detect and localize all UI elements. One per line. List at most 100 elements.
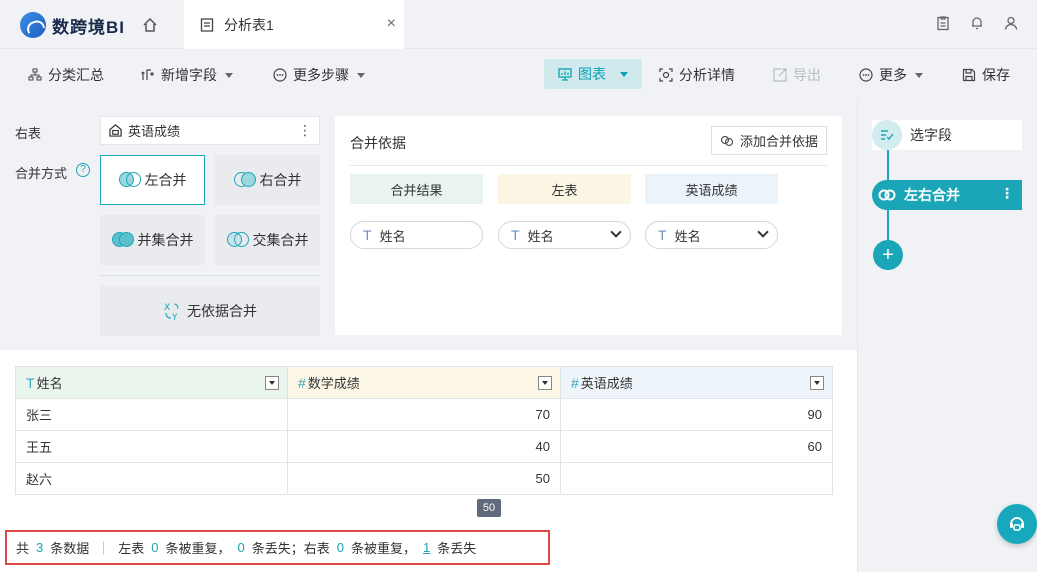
more-steps-button[interactable]: 更多步骤	[273, 62, 365, 88]
left-join-icon	[118, 171, 141, 189]
column-header-math[interactable]: # 数学成绩	[287, 366, 561, 399]
home-icon[interactable]	[139, 14, 161, 36]
right-field-label: 姓名	[674, 228, 701, 244]
save-label: 保存	[982, 67, 1010, 83]
document-icon	[200, 17, 214, 32]
right-merge-label: 右合并	[259, 172, 302, 188]
table-cell[interactable]: 60	[560, 430, 833, 463]
export-button[interactable]: 导出	[773, 62, 821, 88]
chat-support-button[interactable]	[997, 504, 1037, 544]
table-cell[interactable]	[560, 462, 833, 495]
left-lost-count: 0	[237, 540, 245, 555]
tab-analysis-1[interactable]: 分析表1 ×	[184, 0, 404, 49]
right-join-icon	[233, 171, 256, 189]
intersect-merge-button[interactable]: 交集合并	[215, 215, 320, 265]
bell-icon[interactable]	[969, 15, 985, 31]
chevron-down-icon	[357, 72, 365, 78]
union-merge-button[interactable]: 并集合并	[100, 215, 205, 265]
text-type-icon: T	[658, 227, 667, 243]
right-dup-count: 0	[336, 540, 345, 555]
help-icon[interactable]: ?	[76, 163, 90, 177]
step-flow-panel: 选字段 左右合并 ⋮ +	[857, 100, 1037, 572]
left-field-label: 姓名	[527, 228, 554, 244]
group-summary-label: 分类汇总	[48, 67, 104, 83]
table-cell[interactable]: 张三	[15, 398, 288, 431]
table-cell[interactable]: 70	[287, 398, 561, 431]
chart-label: 图表	[578, 66, 606, 82]
left-field-select[interactable]: T 姓名	[498, 221, 631, 249]
left-merge-label: 左合并	[144, 172, 187, 188]
user-icon[interactable]	[1003, 15, 1019, 31]
column-header-name[interactable]: T 姓名	[15, 366, 288, 399]
save-icon	[962, 68, 976, 82]
chevron-down-icon	[620, 71, 628, 77]
xy-swap-icon: XY	[164, 303, 179, 321]
add-field-label: 新增字段	[161, 67, 217, 83]
chevron-down-icon	[915, 72, 923, 78]
text-type-icon: T	[26, 375, 35, 391]
right-merge-button[interactable]: 右合并	[215, 155, 320, 205]
table-cell[interactable]: 50	[287, 462, 561, 495]
result-preview: T 姓名 # 数学成绩 # 英语成绩 张三 70 90 王五 40 60 赵六 50 …	[0, 350, 857, 572]
export-icon	[773, 68, 787, 82]
dropdown-icon[interactable]	[265, 376, 279, 390]
no-basis-merge-label: 无依据合并	[187, 303, 257, 319]
group-summary-button[interactable]: 分类汇总	[28, 62, 104, 88]
field-select-icon	[872, 120, 902, 150]
chart-button[interactable]: 图表	[544, 59, 642, 89]
right-table-column-header: 英语成绩	[645, 174, 778, 204]
kebab-menu-icon[interactable]: ⋮	[1000, 185, 1014, 202]
left-merge-button[interactable]: 左合并	[100, 155, 205, 205]
chevron-down-icon	[757, 226, 769, 238]
more-circle-icon	[273, 68, 287, 82]
top-right-actions	[935, 15, 1019, 31]
table-cell[interactable]: 王五	[15, 430, 288, 463]
flow-connector	[887, 150, 889, 180]
number-type-icon: #	[298, 375, 306, 391]
right-table-value: 英语成绩	[128, 124, 181, 139]
step-left-right-merge-label: 左右合并	[904, 187, 960, 203]
chevron-down-icon	[610, 226, 622, 238]
close-icon[interactable]: ×	[387, 15, 396, 33]
table-cell[interactable]: 40	[287, 430, 561, 463]
kebab-menu-icon[interactable]: ⋮	[298, 122, 312, 139]
result-field-label: 姓名	[379, 228, 406, 244]
dropdown-icon[interactable]	[810, 376, 824, 390]
add-merge-basis-button[interactable]: 添加合并依据	[710, 126, 827, 155]
table-row: 张三 70 90	[15, 398, 833, 431]
step-left-right-merge[interactable]: 左右合并 ⋮	[872, 180, 1022, 210]
export-label: 导出	[793, 67, 821, 83]
save-button[interactable]: 保存	[962, 62, 1010, 88]
right-field-select[interactable]: T 姓名	[645, 221, 778, 249]
analysis-detail-button[interactable]: 分析详情	[659, 62, 735, 88]
right-lost-count-link[interactable]: 1	[416, 540, 437, 555]
column-header-label: 姓名	[36, 376, 63, 391]
brand-logo[interactable]: 数跨境BI	[20, 12, 125, 38]
table-cell[interactable]: 赵六	[15, 462, 288, 495]
divider	[100, 275, 320, 276]
column-header-english[interactable]: # 英语成绩	[560, 366, 833, 399]
merge-mode-label: 合并方式	[15, 166, 68, 181]
no-basis-merge-button[interactable]: XY 无依据合并	[100, 286, 320, 336]
clipboard-icon[interactable]	[935, 15, 951, 31]
chevron-down-icon	[225, 72, 233, 78]
more-button[interactable]: 更多	[859, 62, 923, 88]
table-row: 赵六 50	[15, 462, 833, 495]
merge-basis-panel: 合并依据 添加合并依据 合并结果 左表 英语成绩 T 姓名 T 姓名 T 姓名	[335, 116, 842, 335]
add-step-button[interactable]: +	[873, 240, 903, 270]
summary-text: 左表	[118, 541, 145, 556]
table-cell[interactable]: 90	[560, 398, 833, 431]
step-select-fields[interactable]: 选字段	[872, 120, 1022, 150]
column-header-label: 数学成绩	[307, 376, 360, 391]
dropdown-icon[interactable]	[538, 376, 552, 390]
chat-icon	[1010, 517, 1024, 531]
right-table-selector[interactable]: 英语成绩 ⋮	[100, 116, 320, 145]
add-field-button[interactable]: 新增字段	[141, 62, 233, 88]
top-bar: 数跨境BI 分析表1 ×	[0, 0, 1037, 49]
total-count: 3	[36, 540, 44, 555]
result-table: T 姓名 # 数学成绩 # 英语成绩 张三 70 90 王五 40 60 赵六 50	[15, 366, 833, 495]
text-type-icon: T	[363, 227, 372, 243]
union-join-icon	[111, 231, 134, 249]
step-select-fields-label: 选字段	[910, 127, 952, 143]
intersect-merge-label: 交集合并	[252, 232, 309, 248]
